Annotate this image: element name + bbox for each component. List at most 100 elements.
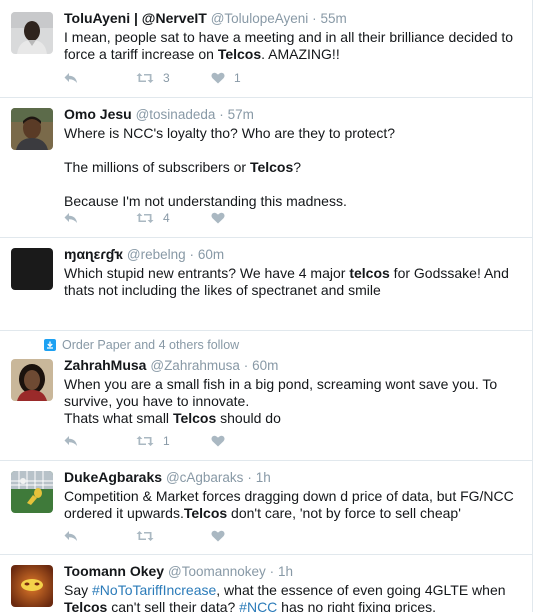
tweet[interactable]: ToluAyeni | @NerveIT @TolulopeAyeni · 55…	[0, 0, 532, 98]
timestamp[interactable]: 55m	[321, 11, 347, 26]
retweet-count: 4	[163, 211, 170, 225]
text-line: Thats what small Telcos should do	[64, 410, 522, 427]
social-context-text: Order Paper and 4 others follow	[62, 338, 240, 352]
text-segment: should do	[216, 410, 281, 426]
text-segment: Thats what small	[64, 410, 173, 426]
reply-button[interactable]	[64, 432, 78, 450]
like-button[interactable]	[211, 432, 234, 450]
text-segment: . AMAZING!!	[261, 46, 340, 62]
tweet-text: Say #NoToTariffIncrease, what the essenc…	[64, 582, 522, 612]
heart-icon	[211, 435, 225, 447]
text-segment: can't sell their data?	[107, 599, 240, 612]
retweet-count: 3	[163, 71, 170, 85]
keyword-highlight: Telcos	[64, 599, 108, 612]
retweet-button[interactable]: 1	[136, 432, 170, 450]
tweet[interactable]: ɱαɳεɾɠҡ @rebelng · 60m Which stupid new …	[0, 238, 532, 331]
retweet-button[interactable]	[136, 527, 163, 545]
user-handle[interactable]: @TolulopeAyeni	[211, 11, 309, 26]
tweet-header: ToluAyeni | @NerveIT @TolulopeAyeni · 55…	[64, 10, 522, 27]
tweet-header: ZahrahMusa @Zahrahmusa · 60m	[64, 357, 522, 374]
like-count: 1	[234, 71, 241, 85]
hashtag-link[interactable]: #NoToTariffIncrease	[92, 582, 216, 598]
reply-button[interactable]	[64, 527, 78, 545]
tweet-feed: ToluAyeni | @NerveIT @TolulopeAyeni · 55…	[0, 0, 533, 612]
retweet-button[interactable]: 4	[136, 209, 170, 227]
tweet-text: Competition & Market forces dragging dow…	[64, 488, 522, 522]
display-name[interactable]: Toomann Okey	[64, 563, 164, 579]
tweet[interactable]: Order Paper and 4 others follow ZahrahMu…	[0, 331, 532, 461]
keyword-highlight: Telcos	[172, 410, 217, 426]
separator-dot: ·	[189, 247, 195, 262]
avatar[interactable]	[11, 471, 53, 513]
user-handle[interactable]: @Zahrahmusa	[150, 358, 240, 373]
text-line: Where is NCC's loyalty tho? Who are they…	[64, 125, 396, 141]
separator-dot: ·	[269, 564, 275, 579]
retweet-icon	[136, 531, 154, 541]
keyword-highlight: Telcos	[183, 505, 228, 521]
tweet-text: Where is NCC's loyalty tho? Who are they…	[64, 125, 522, 210]
user-handle[interactable]: @tosinadeda	[136, 107, 216, 122]
display-name[interactable]: ɱαɳεɾɠҡ	[64, 246, 123, 262]
timestamp[interactable]: 60m	[252, 358, 278, 373]
like-button[interactable]: 1	[211, 69, 241, 87]
timestamp[interactable]: 60m	[198, 247, 224, 262]
text-line: Because I'm not understanding this madne…	[64, 193, 347, 209]
timestamp[interactable]: 1h	[256, 470, 271, 485]
user-handle[interactable]: @rebelng	[127, 247, 186, 262]
avatar[interactable]	[11, 12, 53, 54]
reply-button[interactable]	[64, 209, 78, 227]
reply-icon	[64, 531, 77, 541]
tweet-header: Omo Jesu @tosinadeda · 57m	[64, 106, 522, 123]
avatar[interactable]	[11, 359, 53, 401]
text-segment: , what the essence of even going 4GLTE w…	[216, 582, 506, 598]
timestamp[interactable]: 1h	[278, 564, 293, 579]
retweet-button[interactable]: 3	[136, 69, 170, 87]
tweet-header: ɱαɳεɾɠҡ @rebelng · 60m	[64, 246, 522, 263]
tweet-text: I mean, people sat to have a meeting and…	[64, 29, 522, 63]
heart-icon	[211, 212, 225, 224]
tweet[interactable]: Omo Jesu @tosinadeda · 57m Where is NCC'…	[0, 98, 532, 238]
tweet[interactable]: Toomann Okey @Toomannokey · 1h Say #NoTo…	[0, 555, 532, 612]
reply-icon	[64, 73, 77, 83]
like-button[interactable]	[211, 209, 234, 227]
text-segment: has no right fixing prices.	[277, 599, 437, 612]
social-context[interactable]: Order Paper and 4 others follow	[44, 338, 239, 352]
follow-context-icon	[44, 339, 56, 351]
heart-icon	[211, 530, 225, 542]
display-name[interactable]: Omo Jesu	[64, 106, 132, 122]
display-name[interactable]: ZahrahMusa	[64, 357, 146, 373]
keyword-highlight: Telcos	[217, 46, 262, 62]
keyword-highlight: telcos	[349, 265, 390, 281]
avatar[interactable]	[11, 108, 53, 150]
reply-icon	[64, 213, 77, 223]
text-line: When you are a small fish in a big pond,…	[64, 376, 498, 409]
retweet-icon	[136, 436, 154, 446]
text-segment: The millions of subscribers or	[64, 159, 250, 175]
user-handle[interactable]: @cAgbaraks	[166, 470, 244, 485]
timestamp[interactable]: 57m	[228, 107, 254, 122]
reply-icon	[64, 436, 77, 446]
avatar[interactable]	[11, 248, 53, 290]
user-handle[interactable]: @Toomannokey	[168, 564, 266, 579]
heart-icon	[211, 72, 225, 84]
text-line: The millions of subscribers or Telcos?	[64, 159, 522, 176]
retweet-count: 1	[163, 434, 170, 448]
retweet-icon	[136, 73, 154, 83]
tweet-header: DukeAgbaraks @cAgbaraks · 1h	[64, 469, 522, 486]
like-button[interactable]	[211, 527, 234, 545]
tweet-text: Which stupid new entrants? We have 4 maj…	[64, 265, 522, 299]
retweet-icon	[136, 213, 154, 223]
separator-dot: ·	[243, 358, 249, 373]
separator-dot: ·	[247, 470, 252, 485]
tweet-text: When you are a small fish in a big pond,…	[64, 376, 522, 427]
keyword-highlight: Telcos	[249, 159, 294, 175]
text-segment: Say	[64, 582, 93, 598]
text-segment: ?	[293, 159, 302, 175]
avatar[interactable]	[11, 565, 53, 607]
tweet-header: Toomann Okey @Toomannokey · 1h	[64, 563, 522, 580]
tweet[interactable]: DukeAgbaraks @cAgbaraks · 1h Competition…	[0, 461, 532, 555]
reply-button[interactable]	[64, 69, 78, 87]
hashtag-link[interactable]: #NCC	[239, 599, 277, 612]
display-name[interactable]: DukeAgbaraks	[64, 469, 162, 485]
display-name[interactable]: ToluAyeni | @NerveIT	[64, 10, 207, 26]
